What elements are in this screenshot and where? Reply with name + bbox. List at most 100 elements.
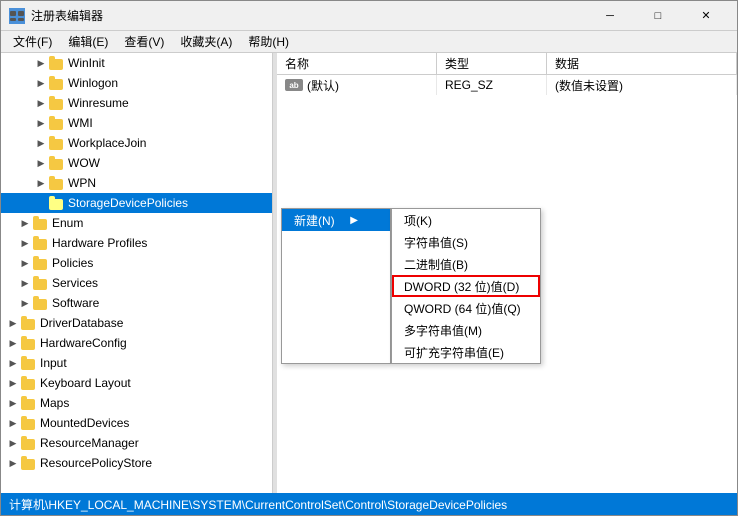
tree-item-software[interactable]: Software [1,293,272,313]
context-menu-container: 新建(N) ▶ 项(K) 字符串值(S) 二进制值(B) DWORD (32 位… [281,208,541,364]
tree-item-maps[interactable]: Maps [1,393,272,413]
folder-icon [21,336,37,350]
submenu-item-multistring[interactable]: 多字符串值(M) [392,319,540,341]
table-row[interactable]: ab (默认) REG_SZ (数值未设置) [277,75,737,95]
window-title: 注册表编辑器 [31,7,587,24]
submenu-item-expandstring[interactable]: 可扩充字符串值(E) [392,341,540,363]
folder-icon [49,136,65,150]
submenu-item-dword[interactable]: DWORD (32 位)值(D) [392,275,540,297]
folder-icon [21,396,37,410]
tree-label: WorkplaceJoin [68,136,146,150]
menu-file[interactable]: 文件(F) [5,31,60,52]
tree-label: StorageDevicePolicies [68,196,188,210]
folder-icon [21,436,37,450]
tree-arrow [33,75,49,91]
maximize-button[interactable]: □ [635,1,681,31]
folder-icon [33,216,49,230]
tree-arrow [17,215,33,231]
context-menu: 新建(N) ▶ [281,208,391,364]
folder-icon [49,196,65,210]
menu-view[interactable]: 查看(V) [116,31,172,52]
tree-arrow [17,275,33,291]
tree-arrow [33,135,49,151]
tree-panel[interactable]: WinInit Winlogon Winresume WMI [1,53,273,493]
column-header-name: 名称 [277,53,437,74]
tree-item-winresume[interactable]: Winresume [1,93,272,113]
tree-item-services[interactable]: Services [1,273,272,293]
tree-item-keyboard-layout[interactable]: Keyboard Layout [1,373,272,393]
tree-label: Services [52,276,98,290]
menu-favorites[interactable]: 收藏夹(A) [172,31,240,52]
tree-item-input[interactable]: Input [1,353,272,373]
menu-edit[interactable]: 编辑(E) [60,31,116,52]
tree-label: WinInit [68,56,105,70]
tree-item-workplacejoin[interactable]: WorkplaceJoin [1,133,272,153]
tree-item-storagedevicepolicies[interactable]: StorageDevicePolicies [1,193,272,213]
tree-label: WMI [68,116,93,130]
submenu-item-key[interactable]: 项(K) [392,209,540,231]
tree-arrow [33,115,49,131]
tree-arrow [5,455,21,471]
tree-item-mounteddevices[interactable]: MountedDevices [1,413,272,433]
tree-label: Enum [52,216,83,230]
tree-arrow [5,415,21,431]
window-controls: ─ □ ✕ [587,1,729,31]
tree-label: Keyboard Layout [40,376,131,390]
folder-icon [33,276,49,290]
tree-arrow [33,95,49,111]
tree-arrow [5,335,21,351]
tree-item-hardware-profiles[interactable]: Hardware Profiles [1,233,272,253]
folder-icon [49,156,65,170]
tree-item-driverdatabase[interactable]: DriverDatabase [1,313,272,333]
tree-item-winlogon[interactable]: Winlogon [1,73,272,93]
menu-item-new-label: 新建(N) [294,212,335,229]
cell-name: ab (默认) [277,75,437,95]
tree-label: Software [52,296,99,310]
tree-item-wow[interactable]: WOW [1,153,272,173]
submenu-item-string[interactable]: 字符串值(S) [392,231,540,253]
tree-item-enum[interactable]: Enum [1,213,272,233]
folder-icon [21,376,37,390]
tree-item-hardwareconfig[interactable]: HardwareConfig [1,333,272,353]
close-button[interactable]: ✕ [683,1,729,31]
tree-item-resourcemanager[interactable]: ResourceManager [1,433,272,453]
cell-type: REG_SZ [437,75,547,95]
tree-item-wmi[interactable]: WMI [1,113,272,133]
column-header-type: 类型 [437,53,547,74]
folder-icon [49,56,65,70]
minimize-button[interactable]: ─ [587,1,633,31]
titlebar: 注册表编辑器 ─ □ ✕ [1,1,737,31]
tree-label: MountedDevices [40,416,129,430]
tree-arrow [33,175,49,191]
tree-label: Maps [40,396,69,410]
tree-item-wininit[interactable]: WinInit [1,53,272,73]
tree-arrow [17,235,33,251]
column-header-data: 数据 [547,53,737,74]
statusbar: 计算机\HKEY_LOCAL_MACHINE\SYSTEM\CurrentCon… [1,493,737,515]
submenu-item-binary[interactable]: 二进制值(B) [392,253,540,275]
folder-icon [49,176,65,190]
tree-item-resourcepolicystore[interactable]: ResourcePolicyStore [1,453,272,473]
tree-label: ResourcePolicyStore [40,456,152,470]
tree-label: Policies [52,256,93,270]
menu-help[interactable]: 帮助(H) [240,31,297,52]
main-content: WinInit Winlogon Winresume WMI [1,53,737,493]
tree-label: WPN [68,176,96,190]
tree-label: Input [40,356,67,370]
folder-icon [49,116,65,130]
tree-arrow [5,355,21,371]
tree-arrow [5,395,21,411]
tree-arrow [33,155,49,171]
tree-arrow [5,315,21,331]
submenu: 项(K) 字符串值(S) 二进制值(B) DWORD (32 位)值(D) QW… [391,208,541,364]
tree-label: WOW [68,156,100,170]
folder-icon [21,316,37,330]
submenu-arrow: ▶ [350,215,358,226]
tree-arrow [33,55,49,71]
cell-data: (数值未设置) [547,75,737,95]
tree-item-policies[interactable]: Policies [1,253,272,273]
folder-icon [21,416,37,430]
submenu-item-qword[interactable]: QWORD (64 位)值(Q) [392,297,540,319]
menu-item-new[interactable]: 新建(N) ▶ [282,209,390,231]
tree-item-wpn[interactable]: WPN [1,173,272,193]
